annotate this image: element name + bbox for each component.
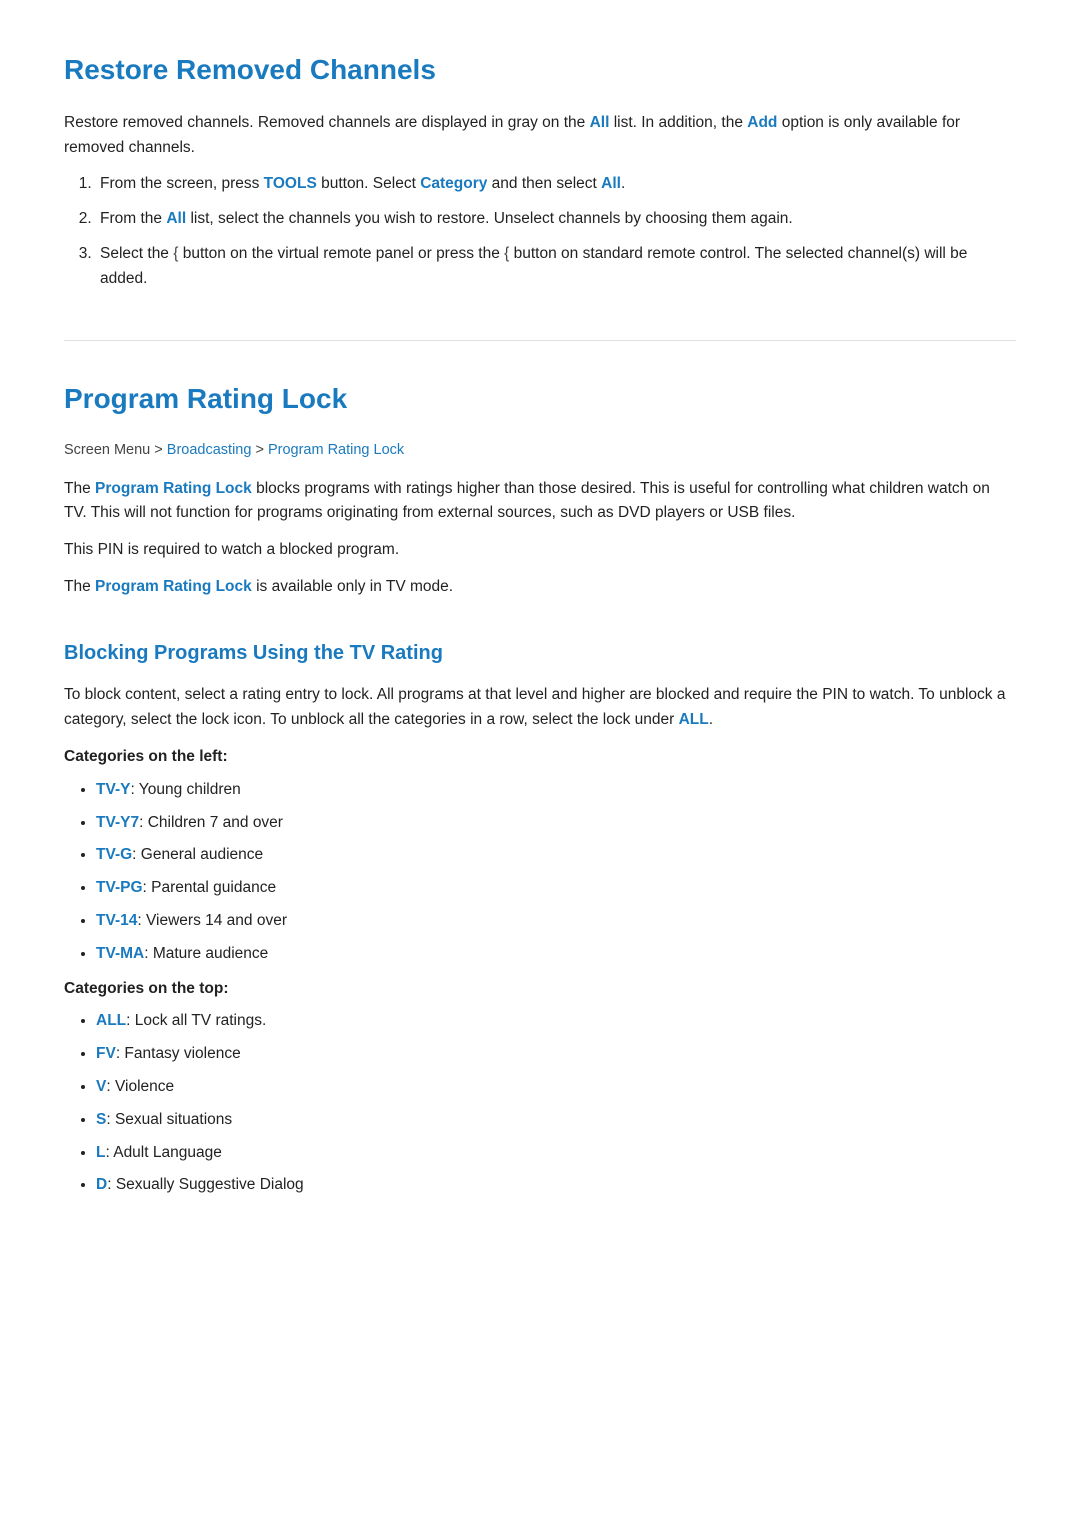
program-rating-lock-title: Program Rating Lock [64,377,1016,422]
list-item: TV-PG: Parental guidance [96,876,1016,901]
category-desc: : General audience [132,846,263,863]
list-item: TV-14: Viewers 14 and over [96,909,1016,934]
restore-step-3: Select the { button on the virtual remot… [96,242,1016,292]
step1-category: Category [420,175,487,192]
step1-text-before: From the screen, press [100,175,264,192]
category-key: TV-MA [96,945,144,962]
category-key: TV-PG [96,879,143,896]
step3-text-before: Select the [100,245,173,262]
program-rating-lock-section: Program Rating Lock Screen Menu > Broadc… [64,377,1016,1199]
list-item: FV: Fantasy violence [96,1042,1016,1067]
blocking-para1-end: . [709,711,713,728]
blocking-programs-subsection: Blocking Programs Using the TV Rating To… [64,637,1016,1198]
breadcrumb-link1: Broadcasting [167,442,252,458]
list-item: S: Sexual situations [96,1108,1016,1133]
step1-tools: TOOLS [264,175,317,192]
list-item: V: Violence [96,1075,1016,1100]
breadcrumb-link2: Program Rating Lock [268,442,404,458]
program-rating-para2: This PIN is required to watch a blocked … [64,538,1016,563]
restore-intro-para: Restore removed channels. Removed channe… [64,111,1016,161]
restore-section-title: Restore Removed Channels [64,48,1016,93]
step1-text-end: and then select [487,175,601,192]
para3-before: The [64,578,95,595]
categories-top-list: ALL: Lock all TV ratings. FV: Fantasy vio… [96,1009,1016,1198]
blocking-programs-title: Blocking Programs Using the TV Rating [64,637,1016,669]
category-desc: : Adult Language [105,1144,221,1161]
list-item: TV-MA: Mature audience [96,942,1016,967]
para1-link: Program Rating Lock [95,480,252,497]
category-key: V [96,1078,106,1095]
list-item: D: Sexually Suggestive Dialog [96,1173,1016,1198]
step1-text-mid: button. Select [317,175,420,192]
restore-step-2: From the All list, select the channels y… [96,207,1016,232]
category-desc: : Sexually Suggestive Dialog [107,1176,303,1193]
para3-link: Program Rating Lock [95,578,252,595]
blocking-para1-link: ALL [679,711,709,728]
restore-intro-add: Add [747,114,777,131]
step2-all: All [166,210,186,227]
program-rating-para1: The Program Rating Lock blocks programs … [64,477,1016,527]
restore-intro-all: All [590,114,610,131]
categories-left-list: TV-Y: Young children TV-Y7: Children 7 an… [96,778,1016,967]
breadcrumb: Screen Menu > Broadcasting > Program Rat… [64,439,1016,462]
category-desc: : Mature audience [144,945,268,962]
list-item: TV-Y: Young children [96,778,1016,803]
breadcrumb-arrow1: > [150,442,167,458]
list-item: ALL: Lock all TV ratings. [96,1009,1016,1034]
step2-text: From the [100,210,166,227]
para1-before: The [64,480,95,497]
category-desc: : Children 7 and over [139,814,283,831]
category-key: ALL [96,1012,126,1029]
program-rating-para3: The Program Rating Lock is available onl… [64,575,1016,600]
restore-intro-text: Restore removed channels. Removed channe… [64,114,590,131]
category-desc: : Viewers 14 and over [137,912,287,929]
list-item: L: Adult Language [96,1141,1016,1166]
list-item: TV-Y7: Children 7 and over [96,811,1016,836]
category-key: TV-Y7 [96,814,139,831]
category-desc: : Fantasy violence [116,1045,241,1062]
category-key: TV-14 [96,912,137,929]
category-key: D [96,1176,107,1193]
step1-text-final: . [621,175,625,192]
categories-top-label: Categories on the top: [64,977,1016,1002]
restore-step-1: From the screen, press TOOLS button. Sel… [96,172,1016,197]
category-desc: : Sexual situations [106,1111,232,1128]
categories-left-label: Categories on the left: [64,745,1016,770]
restore-removed-channels-section: Restore Removed Channels Restore removed… [64,48,1016,292]
category-key: TV-Y [96,781,130,798]
section-divider [64,340,1016,341]
step2-text-end: list, select the channels you wish to re… [186,210,793,227]
blocking-para1-text: To block content, select a rating entry … [64,686,1005,728]
blocking-programs-para1: To block content, select a rating entry … [64,683,1016,733]
step1-all: All [601,175,621,192]
para3-after: is available only in TV mode. [252,578,453,595]
restore-steps-list: From the screen, press TOOLS button. Sel… [96,172,1016,291]
step3-text-mid: button on the virtual remote panel or pr… [178,245,504,262]
breadcrumb-prefix: Screen Menu [64,442,150,458]
category-desc: : Violence [106,1078,174,1095]
restore-intro-mid: list. In addition, the [609,114,747,131]
category-desc: : Young children [130,781,240,798]
category-desc: : Parental guidance [143,879,277,896]
category-key: S [96,1111,106,1128]
list-item: TV-G: General audience [96,843,1016,868]
category-key: FV [96,1045,116,1062]
category-desc: : Lock all TV ratings. [126,1012,266,1029]
breadcrumb-arrow2: > [251,442,268,458]
category-key: TV-G [96,846,132,863]
